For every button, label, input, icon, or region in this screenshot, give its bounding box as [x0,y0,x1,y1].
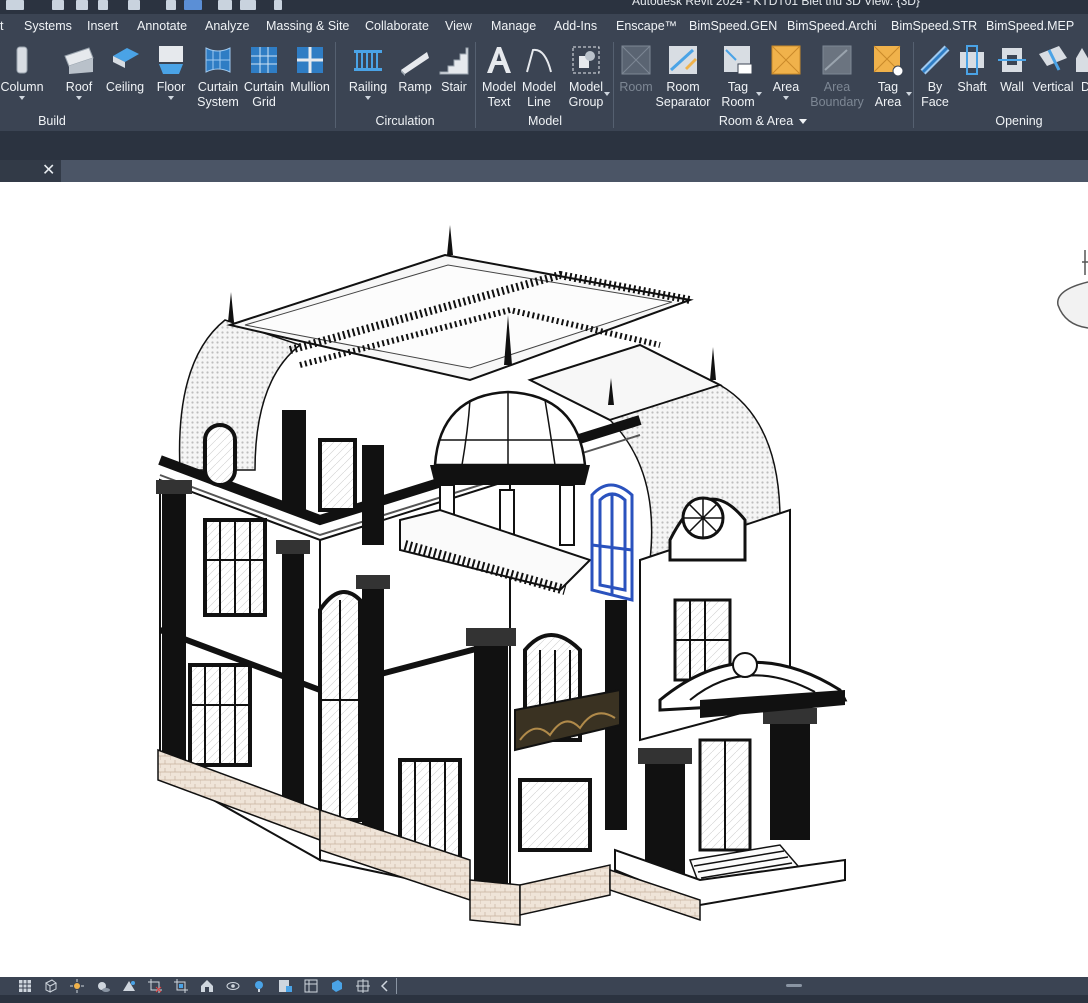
villa-3d-model[interactable] [0,182,1088,977]
mullion-button[interactable]: Mullion [288,40,332,130]
selected-window-highlight[interactable] [590,483,634,602]
roof-icon [64,47,94,74]
model-group-icon [572,46,600,74]
chevron-down-icon [799,119,808,125]
mullion-icon [297,47,323,73]
section-icon[interactable] [166,0,176,10]
status-bar [0,995,1088,1003]
measure-icon[interactable] [6,0,24,10]
thin-lines-icon[interactable] [184,0,202,10]
close-icon[interactable]: ✕ [42,162,55,180]
model-line-icon [526,48,552,73]
tab-add-ins[interactable]: Add-Ins [554,19,597,33]
ceiling-icon [113,48,139,68]
vertical-opening-icon [1039,46,1067,71]
horizontal-scrollbar-thumb[interactable] [786,984,802,987]
switch-windows-icon[interactable] [240,0,256,10]
options-bar [0,131,1088,160]
temporary-hide-icon[interactable] [226,979,240,993]
tab-insert[interactable]: Insert [87,19,118,33]
view-tab-strip: ✕ [0,160,1088,182]
highlight-displacement-icon[interactable] [356,979,370,993]
text-icon[interactable] [98,0,108,10]
room-icon [621,45,651,75]
customize-qat-icon[interactable] [274,0,282,10]
area-icon [771,45,801,75]
curtain-grid-icon [251,47,277,73]
tab-bimspeed-archi[interactable]: BimSpeed.Archi [787,19,877,33]
analytical-model-icon[interactable] [330,979,344,993]
stair-icon [439,47,469,75]
shaft-icon [960,45,984,75]
floor-button[interactable]: Floor [152,40,190,130]
area-boundary-icon [822,45,852,75]
railing-icon [354,50,382,71]
column-icon [16,46,28,74]
rendering-icon[interactable] [122,979,136,993]
build-panel-title: Build [38,114,66,128]
title-bar: Autodesk Revit 2024 - KTDT01 Biet thu 3D… [0,0,1088,14]
tab-enscape[interactable]: Enscape™ [616,19,677,33]
tab-analyze[interactable]: Analyze [205,19,249,33]
curtain-system-icon [205,47,231,73]
tab-annotate[interactable]: Annotate [137,19,187,33]
circulation-panel-title: Circulation [375,114,435,128]
shadows-icon[interactable] [96,979,110,993]
model-text-icon [487,47,511,73]
reveal-hidden-icon[interactable] [252,979,266,993]
3d-view-canvas[interactable] [0,182,1088,977]
room-separator-icon [669,46,697,74]
tab-bimspeed-str[interactable]: BimSpeed.STR [891,19,977,33]
ribbon: Column Roof Ceiling Floor Curtain System… [0,38,1088,131]
opening-panel-title: Opening [995,114,1043,128]
tab-architecture[interactable]: t [0,19,3,33]
tag-area-icon [873,45,904,76]
temporary-view-properties-icon[interactable] [278,979,292,993]
sun-path-icon[interactable] [70,979,84,993]
chevron-left-icon[interactable] [378,979,392,993]
ceiling-button[interactable]: Ceiling [104,40,146,130]
annotate-icon[interactable] [52,0,64,10]
tab-collaborate[interactable]: Collaborate [365,19,429,33]
panel-divider [335,42,336,128]
unlocked-view-icon[interactable] [200,979,214,993]
model-panel-title: Model [527,114,563,128]
tab-view[interactable]: View [445,19,472,33]
close-hidden-icon[interactable] [218,0,232,10]
dormer-icon [1076,48,1088,72]
floor-icon [159,46,183,74]
by-face-icon [920,45,950,75]
detail-level-icon[interactable] [44,979,58,993]
crop-view-icon[interactable] [148,979,162,993]
tab-manage[interactable]: Manage [491,19,536,33]
view-control-bar [0,977,1088,995]
ribbon-tab-bar: t Systems Insert Annotate Analyze Massin… [0,14,1088,38]
show-crop-region-icon[interactable] [174,979,188,993]
scale-icon[interactable] [18,979,32,993]
ramp-icon [401,52,429,76]
wall-opening-icon [998,48,1026,72]
dimension-icon[interactable] [76,0,88,10]
window-title: Autodesk Revit 2024 - KTDT01 Biet thu 3D… [632,0,920,8]
tab-bimspeed-gen[interactable]: BimSpeed.GEN [689,19,777,33]
scrollbar-divider [396,978,397,994]
worksharing-icon[interactable] [304,979,318,993]
tab-massing-site[interactable]: Massing & Site [266,19,349,33]
tab-bimspeed-mep[interactable]: BimSpeed.MEP [986,19,1074,33]
tag-room-icon [724,46,753,75]
room-area-panel-title[interactable]: Room & Area [614,114,912,128]
home-icon[interactable] [128,0,140,10]
view-tab-3d[interactable]: ✕ [0,160,61,182]
tab-systems[interactable]: Systems [24,19,72,33]
